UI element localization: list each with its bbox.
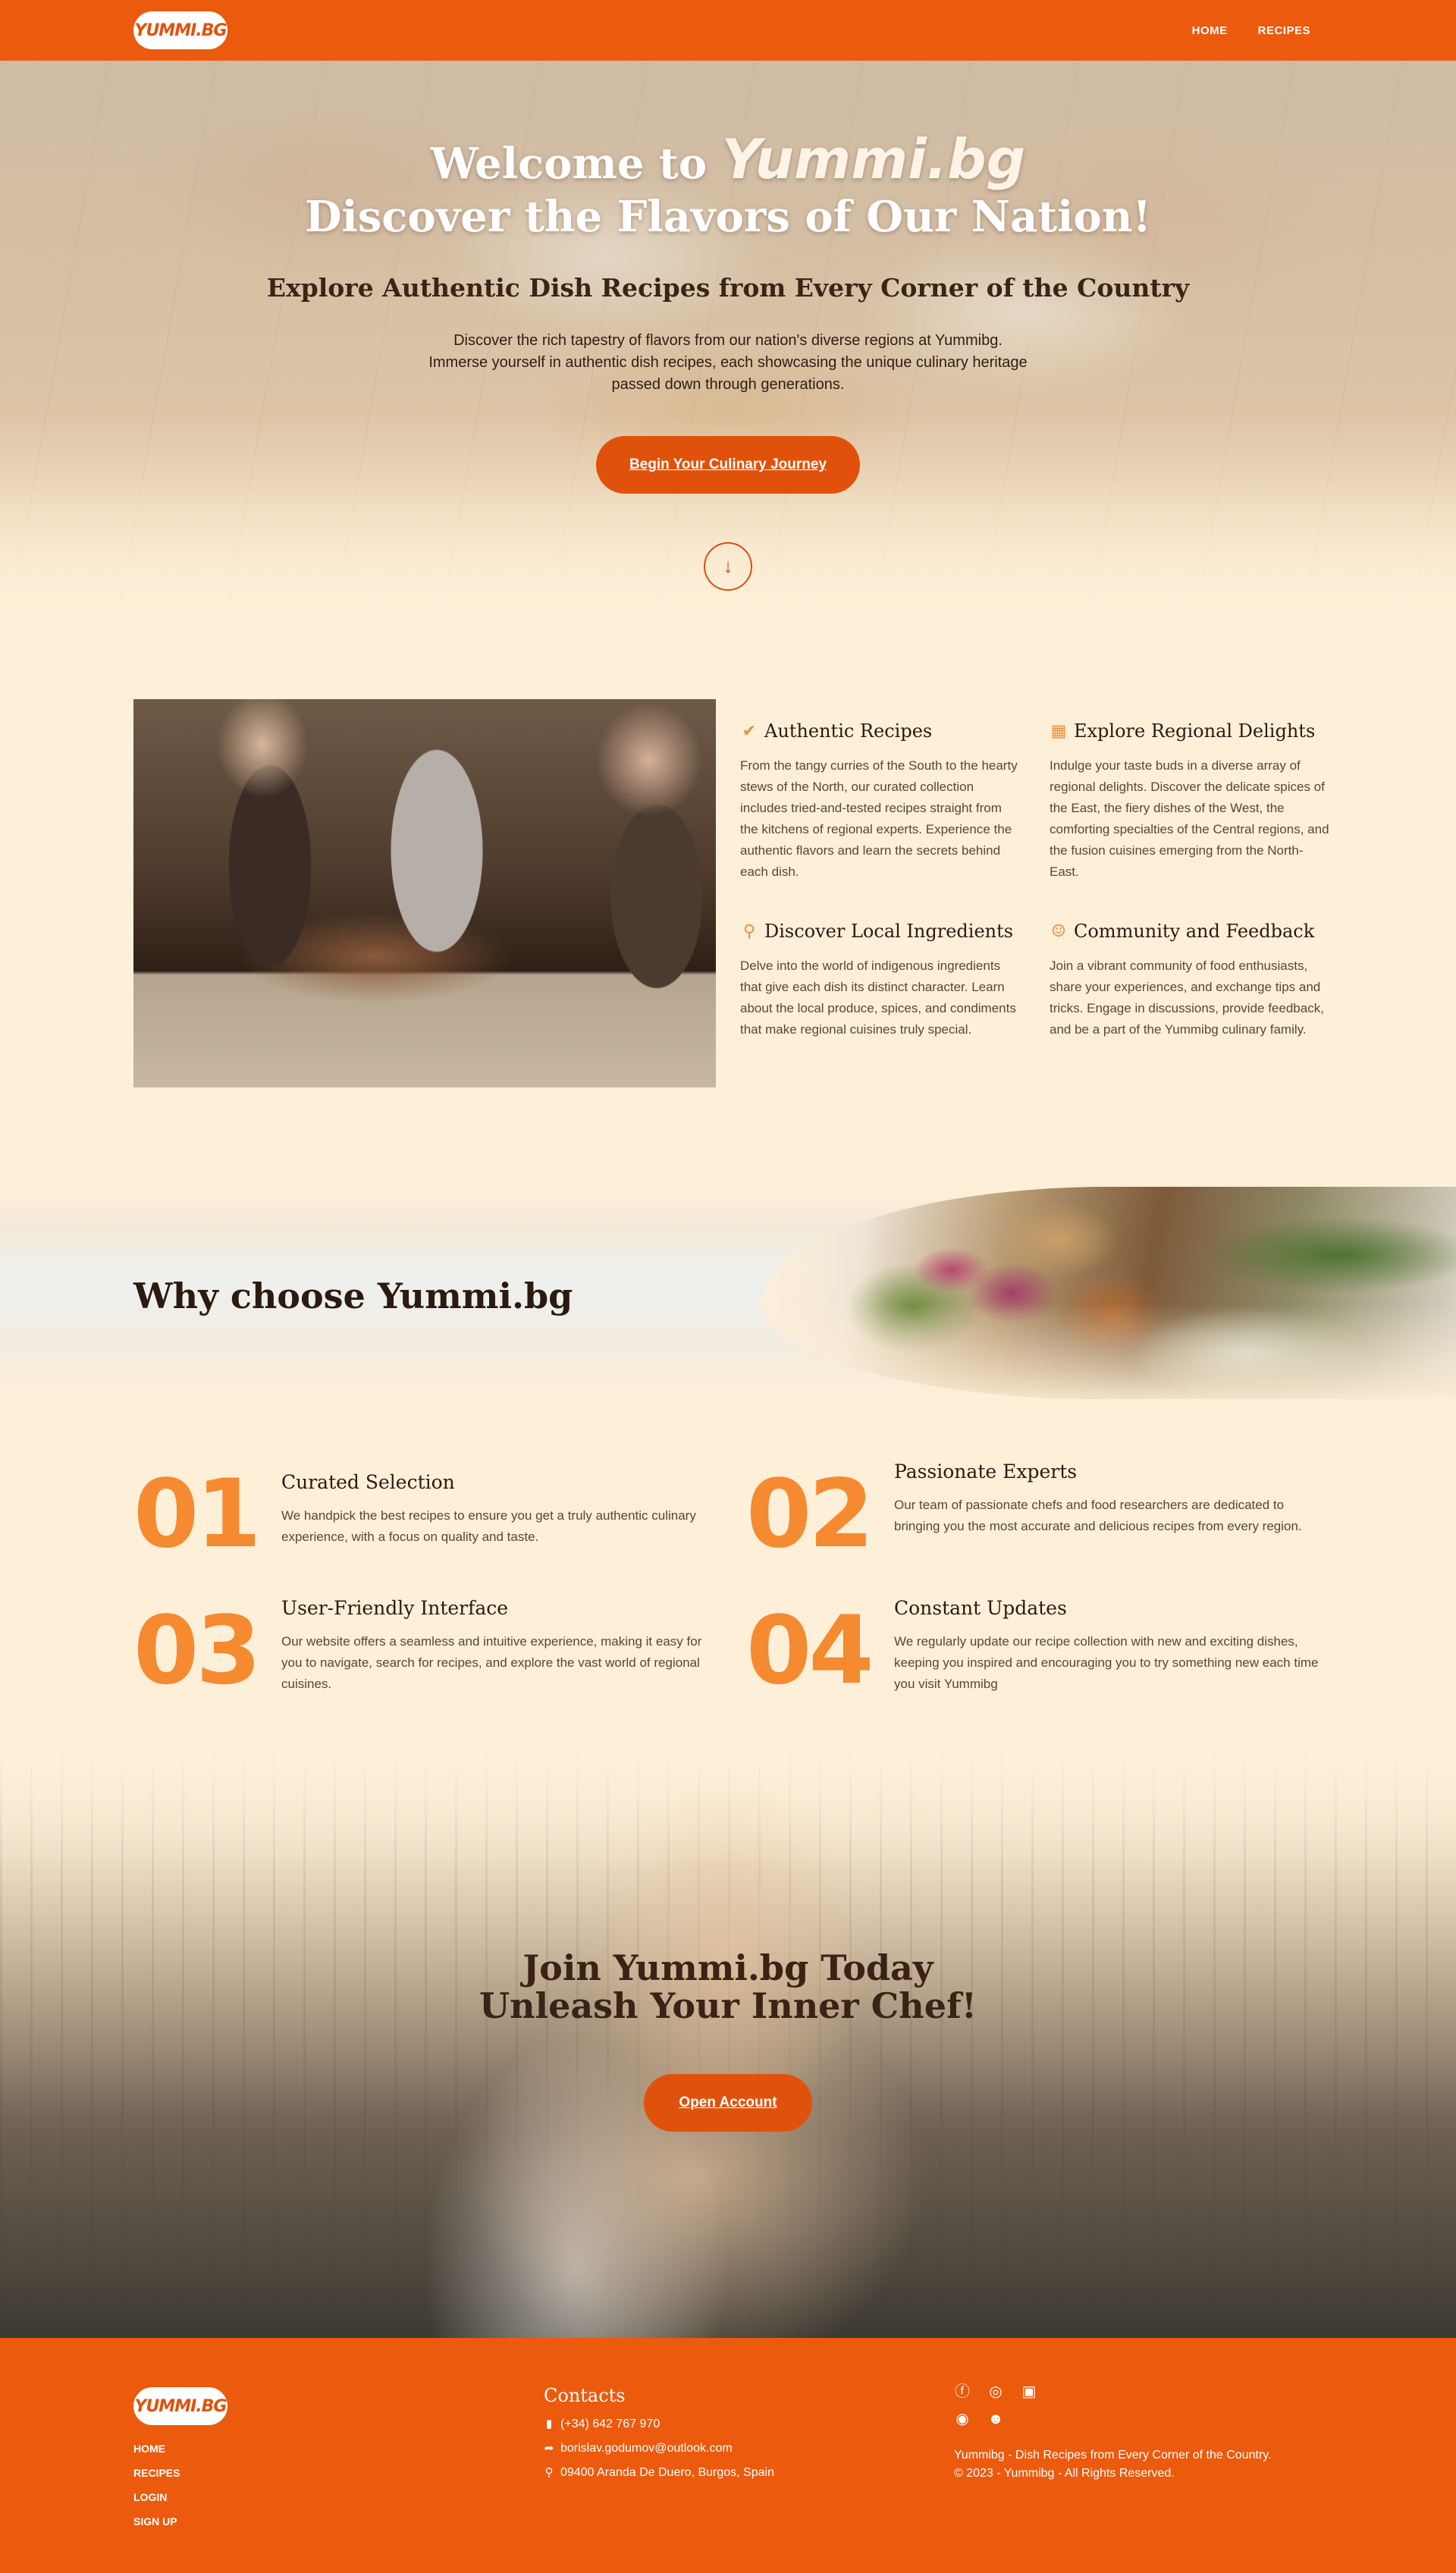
- reason-passionate-experts: Passionate Experts Our team of passionat…: [894, 1461, 1319, 1537]
- friends-cooking-photo: [133, 699, 716, 1087]
- nav-recipes-link[interactable]: RECIPES: [1258, 24, 1310, 37]
- reason-title: Curated Selection: [281, 1471, 455, 1493]
- feature-regional-delights: ▦ Explore Regional Delights Indulge your …: [1050, 720, 1330, 883]
- discord-icon[interactable]: ☻: [987, 2411, 1004, 2427]
- arrow-down-icon: ↓: [723, 554, 733, 577]
- instagram-icon[interactable]: ◎: [987, 2383, 1004, 2400]
- footer-copyright: Yummibg - Dish Recipes from Every Corner…: [954, 2446, 1272, 2483]
- map-pin-icon: ⚲: [544, 2466, 554, 2479]
- feature-local-ingredients: ⚲ Discover Local Ingredients Delve into t…: [740, 921, 1021, 1040]
- linkedin-icon[interactable]: ▣: [1021, 2383, 1037, 2400]
- nav-home-link[interactable]: HOME: [1192, 24, 1228, 37]
- footer: YUMMI.BG HOME RECIPES LOGIN SIGN UP Cont…: [0, 2338, 1456, 2573]
- hero-subtitle: Explore Authentic Dish Recipes from Ever…: [266, 273, 1190, 303]
- feature-title: Discover Local Ingredients: [764, 921, 1014, 942]
- share-arrow-icon: ➦: [544, 2442, 554, 2455]
- hero-title: Welcome to Yummi.bg Discover the Flavors…: [0, 132, 1456, 243]
- hero-brand: Yummi.bg: [721, 127, 1026, 191]
- reason-number: 01: [133, 1460, 262, 1569]
- feature-text: Join a vibrant community of food enthusi…: [1050, 959, 1324, 1037]
- reason-number: 04: [746, 1596, 874, 1705]
- hero-title-line2: Discover the Flavors of Our Nation!: [304, 192, 1152, 242]
- footer-recipes-link[interactable]: RECIPES: [133, 2461, 180, 2485]
- feature-authentic-recipes: ✔ Authentic Recipes From the tangy currie…: [740, 720, 1021, 883]
- contacts-title: Contacts: [544, 2385, 626, 2406]
- hero-description: Discover the rich tapestry of flavors fr…: [428, 332, 1028, 393]
- site-logo[interactable]: YUMMI.BG: [133, 11, 228, 49]
- feature-title: Explore Regional Delights: [1074, 720, 1316, 742]
- people-icon: ☺: [1051, 921, 1066, 941]
- map-pin-icon: ⚲: [742, 921, 756, 941]
- reason-title: Passionate Experts: [894, 1461, 1078, 1483]
- reason-text: We handpick the best recipes to ensure y…: [281, 1508, 696, 1544]
- feature-text: Indulge your taste buds in a diverse arr…: [1050, 758, 1329, 879]
- footer-tagline: Yummibg - Dish Recipes from Every Corner…: [954, 2449, 1272, 2462]
- facebook-icon[interactable]: ⓕ: [954, 2383, 971, 2400]
- footer-login-link[interactable]: LOGIN: [133, 2485, 180, 2509]
- feature-title: Community and Feedback: [1074, 921, 1315, 942]
- github-icon[interactable]: ◉: [954, 2411, 971, 2427]
- footer-logo[interactable]: YUMMI.BG: [133, 2387, 228, 2425]
- map-icon: ▦: [1050, 721, 1067, 741]
- reason-constant-updates: Constant Updates We regularly update our…: [894, 1597, 1319, 1695]
- reason-number: 03: [133, 1596, 262, 1705]
- reason-title: Constant Updates: [894, 1597, 1067, 1619]
- reason-number: 02: [746, 1460, 874, 1569]
- phone-icon: ▮: [545, 2418, 553, 2430]
- begin-journey-button[interactable]: Begin Your Culinary Journey: [596, 436, 860, 494]
- contact-address: ⚲ 09400 Aranda De Duero, Burgos, Spain: [544, 2461, 774, 2485]
- reason-curated-selection: Curated Selection We handpick the best r…: [281, 1471, 706, 1548]
- feature-community: ☺ Community and Feedback Join a vibrant c…: [1050, 921, 1330, 1040]
- reason-text: Our website offers a seamless and intuit…: [281, 1634, 702, 1691]
- nav-links: HOME RECIPES: [1192, 0, 1310, 61]
- open-account-button[interactable]: Open Account: [644, 2074, 812, 2132]
- top-navbar: YUMMI.BG HOME RECIPES: [0, 0, 1456, 61]
- reason-text: Our team of passionate chefs and food re…: [894, 1498, 1302, 1533]
- scroll-down-button[interactable]: ↓: [704, 542, 752, 591]
- social-links: ⓕ ◎ ▣ ◉ ☻: [954, 2383, 1037, 2427]
- feature-title: Authentic Recipes: [764, 720, 933, 742]
- contact-email[interactable]: ➦ borislav.godumov@outlook.com: [544, 2437, 774, 2461]
- feature-text: Delve into the world of indigenous ingre…: [740, 959, 1016, 1037]
- feature-text: From the tangy curries of the South to t…: [740, 758, 1018, 879]
- salad-photo: [762, 1187, 1456, 1399]
- footer-signup-link[interactable]: SIGN UP: [133, 2509, 180, 2534]
- copyright-text: © 2023 - Yummibg - All Rights Reserved.: [954, 2467, 1175, 2480]
- footer-contacts: Contacts ▮ (+34) 642 767 970 ➦ borislav.go…: [544, 2385, 774, 2485]
- contact-phone[interactable]: ▮ (+34) 642 767 970: [544, 2412, 774, 2437]
- hero-section: Welcome to Yummi.bg Discover the Flavors…: [0, 61, 1456, 652]
- footer-home-link[interactable]: HOME: [133, 2437, 180, 2461]
- join-section: Join Yummi.bg Today Unleash Your Inner C…: [0, 1752, 1456, 2338]
- reason-title: User-Friendly Interface: [281, 1597, 509, 1619]
- check-badge-icon: ✔: [742, 721, 757, 741]
- join-line1: Join Yummi.bg Today: [522, 1947, 934, 1988]
- reason-text: We regularly update our recipe collectio…: [894, 1634, 1319, 1691]
- footer-links: HOME RECIPES LOGIN SIGN UP: [133, 2437, 180, 2534]
- reason-user-friendly: User-Friendly Interface Our website offe…: [281, 1597, 706, 1695]
- join-line2: Unleash Your Inner Chef!: [479, 1985, 977, 2026]
- join-title: Join Yummi.bg Today Unleash Your Inner C…: [0, 1949, 1456, 2025]
- why-title: Why choose Yummi.bg: [133, 1276, 573, 1316]
- hero-title-prefix: Welcome to: [430, 139, 708, 189]
